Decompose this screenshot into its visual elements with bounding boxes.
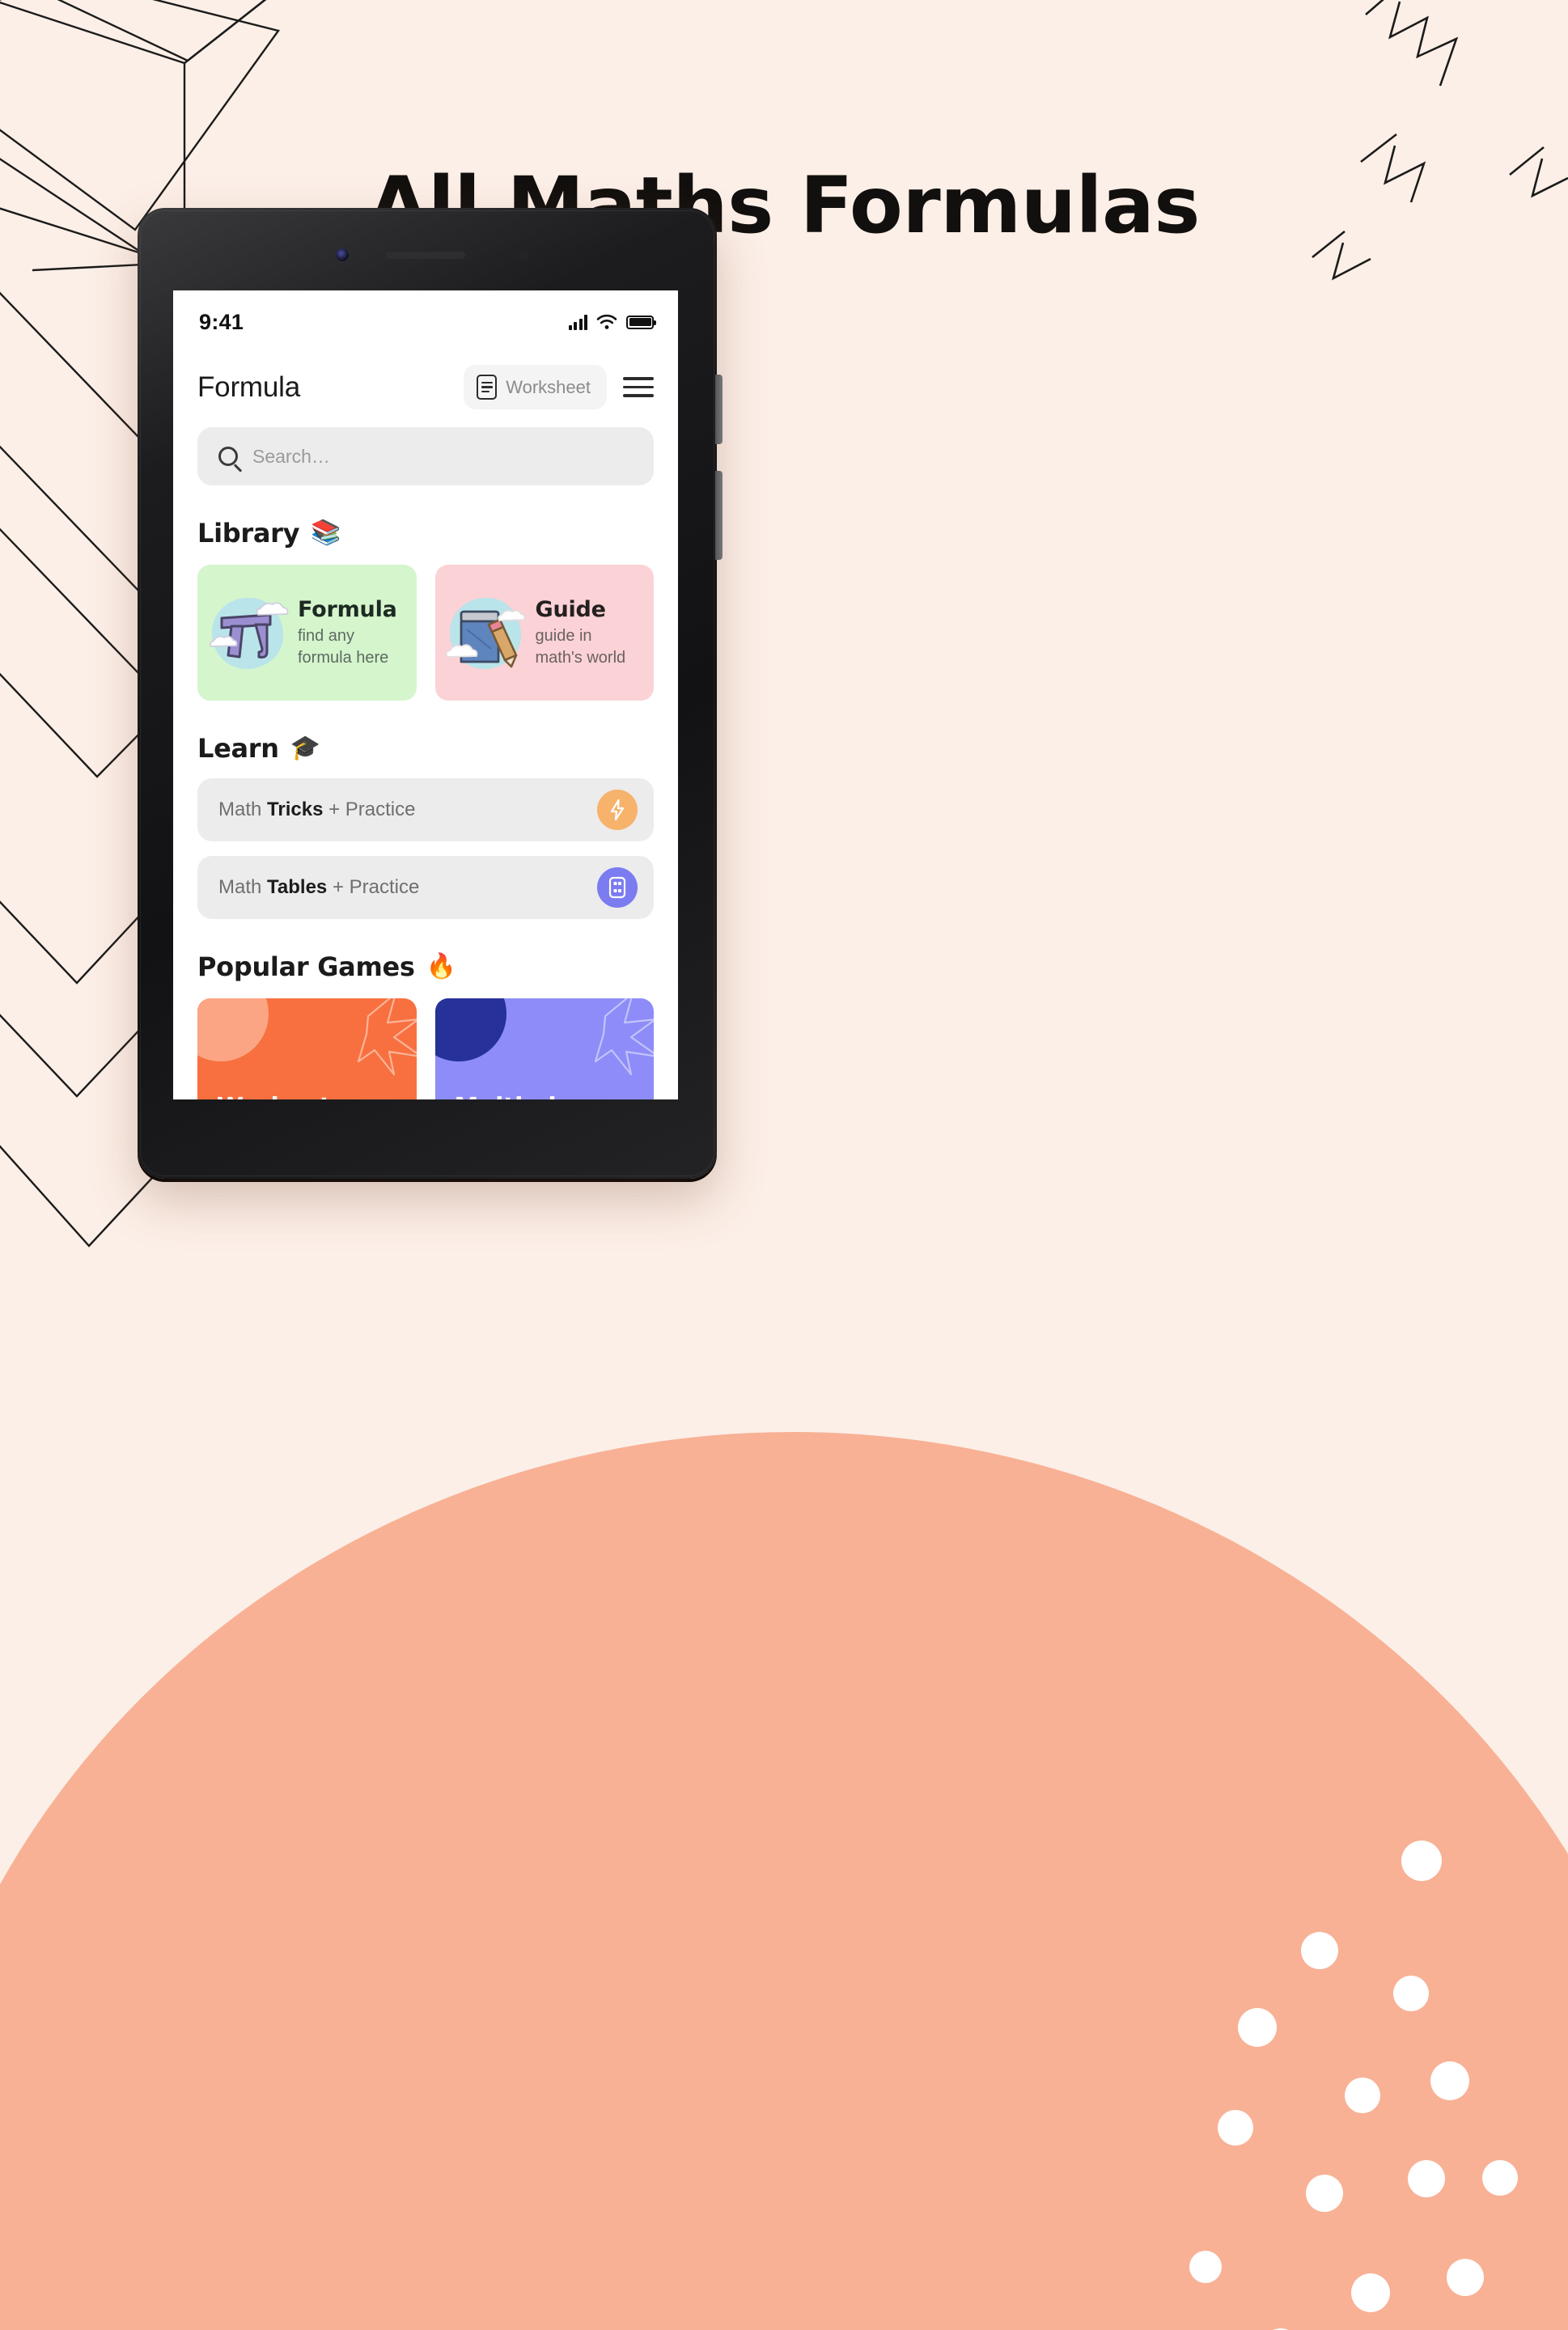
library-card-desc-line2: math's world xyxy=(535,648,626,667)
learn-suffix: + Practice xyxy=(327,876,420,898)
wifi-icon xyxy=(596,314,617,329)
games-title: Popular Games xyxy=(197,951,415,982)
star-outline-icon xyxy=(594,998,654,1076)
game-card-workout[interactable]: Workout arithmetic practice xyxy=(197,998,417,1099)
game-cards: Workout arithmetic practice Multi player… xyxy=(173,982,678,1099)
library-card-text: Formula find any formula here xyxy=(298,597,397,669)
grid-table-icon xyxy=(597,867,638,908)
library-card-desc-line1: find any xyxy=(298,626,355,645)
game-card-multiplayer[interactable]: Multi player mathematical duel xyxy=(434,998,655,1099)
status-time: 9:41 xyxy=(199,309,244,334)
learn-strong: Tricks xyxy=(267,799,324,820)
library-card-desc-line2: formula here xyxy=(298,648,389,667)
game-card-title: Workout xyxy=(217,1093,417,1099)
earpiece-speaker-icon xyxy=(386,252,465,259)
learn-suffix: + Practice xyxy=(323,799,416,820)
learn-prefix: Math xyxy=(218,799,268,820)
worksheet-button[interactable]: Worksheet xyxy=(464,365,607,409)
library-cards: Formula find any formula here Guide guid… xyxy=(173,549,678,701)
search-placeholder: Search… xyxy=(252,445,330,467)
library-card-guide[interactable]: Guide guide in math's world xyxy=(434,565,654,701)
graduation-cap-icon: 🎓 xyxy=(290,735,321,761)
pi-symbol-icon xyxy=(202,587,293,678)
book-pencil-icon xyxy=(440,587,531,678)
learn-row-label: Math Tricks + Practice xyxy=(218,799,415,821)
learn-strong: Tables xyxy=(267,876,328,898)
worksheet-list-icon xyxy=(477,375,498,400)
library-card-formula[interactable]: Formula find any formula here xyxy=(197,565,417,701)
power-button[interactable] xyxy=(715,471,723,560)
app-header: Formula Worksheet xyxy=(173,354,678,409)
camera-lens-icon xyxy=(336,248,349,261)
hamburger-menu-icon[interactable] xyxy=(623,377,654,397)
battery-full-icon xyxy=(626,315,656,329)
volume-button[interactable] xyxy=(715,375,723,444)
library-card-desc-line1: guide in xyxy=(535,626,592,645)
star-outline-icon xyxy=(357,998,417,1076)
header-actions: Worksheet xyxy=(464,365,654,409)
learn-row-label: Math Tables + Practice xyxy=(218,876,419,899)
fire-icon: 🔥 xyxy=(426,953,457,980)
learn-prefix: Math xyxy=(218,876,268,898)
learn-section-header: Learn 🎓 xyxy=(173,733,678,764)
learn-row-tables[interactable]: Math Tables + Practice xyxy=(197,856,654,919)
library-card-title: Guide xyxy=(535,596,606,622)
learn-title: Learn xyxy=(197,733,279,764)
library-card-text: Guide guide in math's world xyxy=(536,597,626,669)
cellular-signal-icon xyxy=(568,314,587,330)
learn-row-tricks[interactable]: Math Tricks + Practice xyxy=(197,778,654,841)
search-icon xyxy=(218,447,238,466)
search-section: Search… xyxy=(173,409,678,485)
proximity-sensor-icon xyxy=(518,249,529,261)
books-icon: 📚 xyxy=(311,519,341,546)
library-title: Library xyxy=(197,518,300,549)
status-icons xyxy=(568,314,656,330)
decor-circle xyxy=(434,998,506,1061)
game-card-title: Multi player xyxy=(455,1093,655,1099)
library-card-title: Formula xyxy=(298,596,397,622)
decor-circle xyxy=(197,998,269,1061)
games-section-header: Popular Games 🔥 xyxy=(173,951,678,982)
app-screen: 9:41 Formula Worksheet Search… Library 📚… xyxy=(173,290,678,1099)
search-input[interactable]: Search… xyxy=(197,427,654,485)
worksheet-label: Worksheet xyxy=(506,376,591,397)
page-title-formula: Formula xyxy=(197,371,300,403)
library-section-header: Library 📚 xyxy=(173,518,678,549)
status-bar: 9:41 xyxy=(173,290,678,354)
lightning-bolt-icon xyxy=(597,790,638,830)
